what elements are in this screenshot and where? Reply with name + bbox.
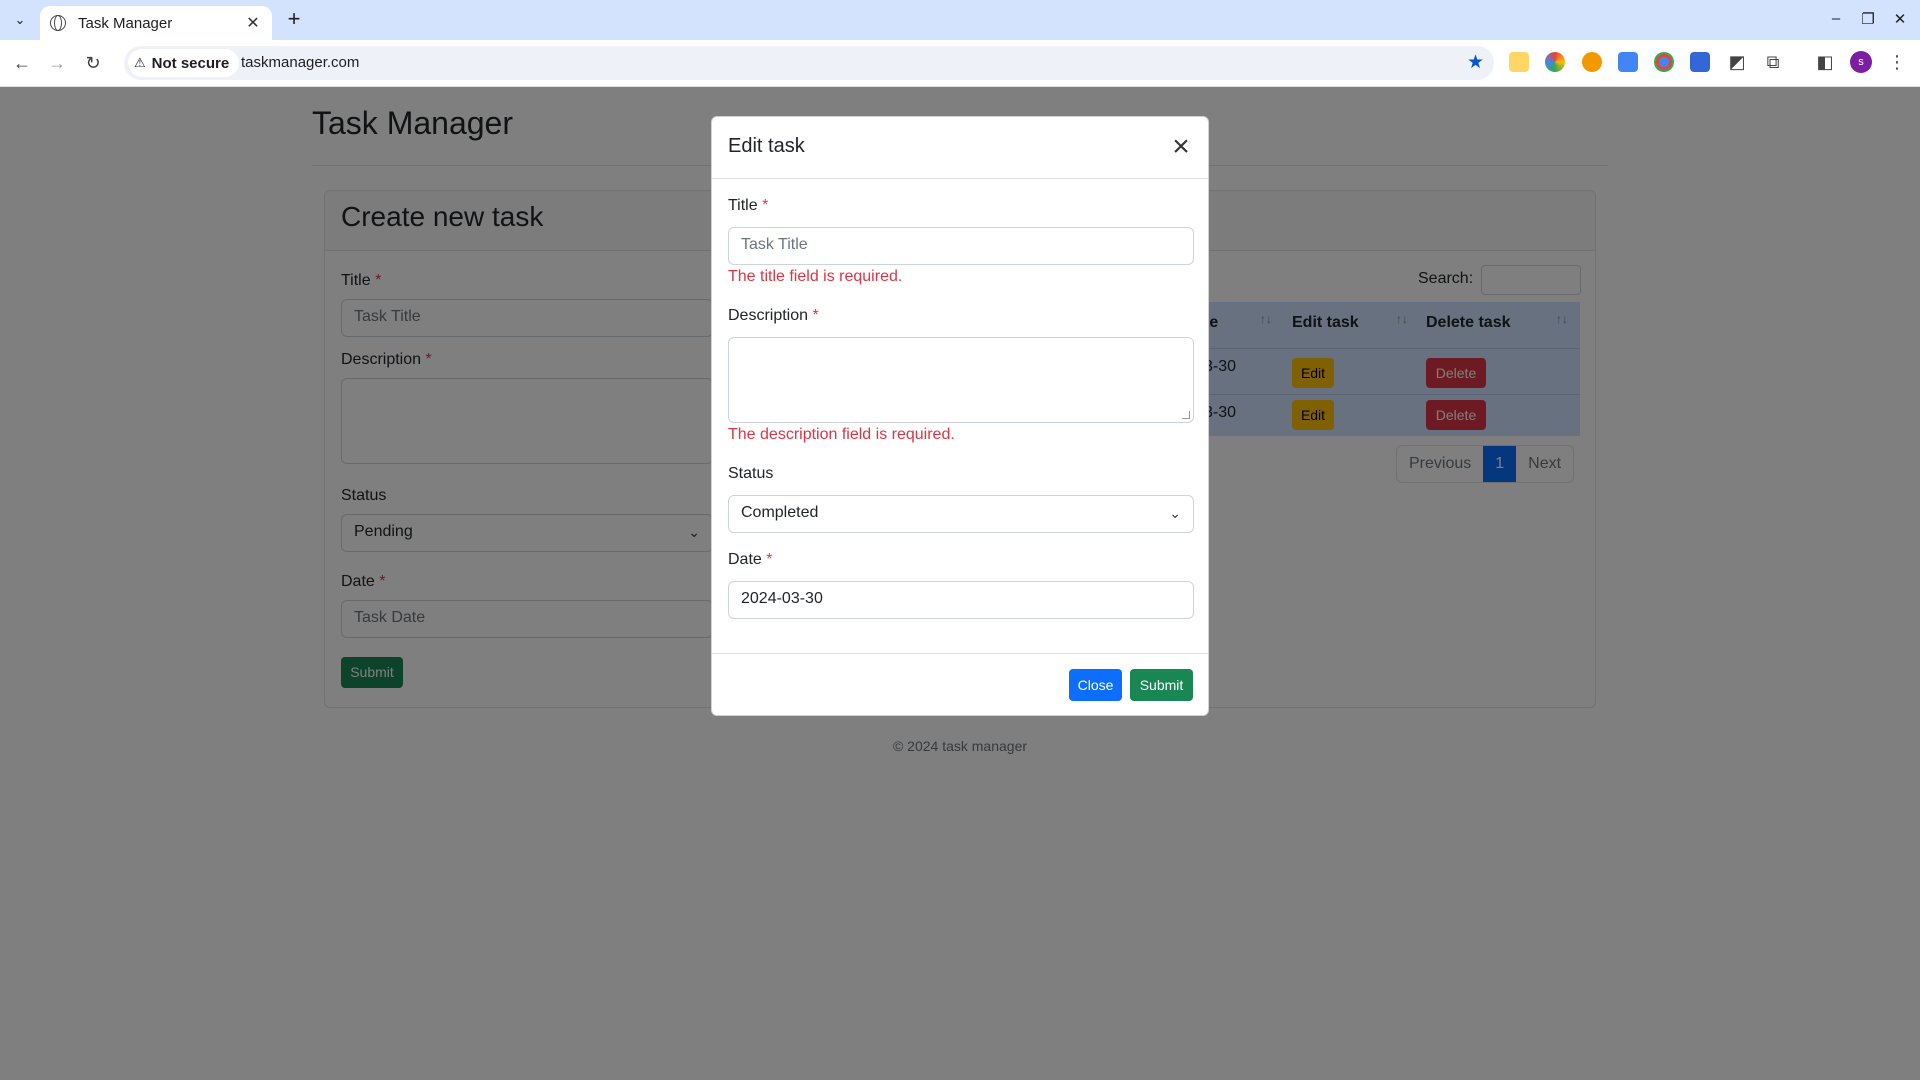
forward-arrow-icon[interactable]: → [44,50,70,76]
menu-kebab-icon[interactable]: ⋮ [1886,50,1908,74]
new-tab-button[interactable]: + [282,8,306,32]
profile-avatar[interactable]: s [1850,51,1872,73]
title-error-message: The title field is required. [728,268,903,285]
security-label: Not secure [151,54,230,72]
reload-icon[interactable]: ↻ [80,50,106,76]
edit-status-label: Status [728,465,774,482]
address-bar[interactable]: ⚠ Not secure taskmanager.com ★ [124,46,1494,80]
tab-title: Task Manager [78,14,173,32]
modal-title: Edit task [728,135,805,157]
back-arrow-icon[interactable]: ← [9,50,35,76]
edit-title-input[interactable]: Task Title [728,227,1194,265]
side-panel-icon[interactable]: ◧ [1814,50,1836,74]
edit-task-modal: Edit task × Title * Task Title The title… [711,116,1209,716]
extensions-puzzle-icon[interactable]: ⧉ [1762,50,1784,74]
maximize-icon[interactable]: ❐ [1858,10,1878,28]
close-button[interactable]: Close [1069,669,1122,701]
description-error-message: The description field is required. [728,426,955,443]
resize-handle-icon[interactable] [1182,411,1190,419]
chevron-down-icon: ⌄ [1169,505,1181,521]
edit-title-label: Title * [728,197,769,214]
extension-icon[interactable] [1509,52,1529,72]
edit-description-label: Description * [728,307,819,324]
edit-submit-button[interactable]: Submit [1130,669,1193,701]
minimize-icon[interactable]: – [1826,10,1846,27]
extension-sun-icon[interactable] [1582,52,1602,72]
edit-status-select[interactable]: Completed ⌄ [728,495,1194,533]
security-chip[interactable]: ⚠ Not secure [128,49,240,77]
extension-screen-icon[interactable] [1690,52,1710,72]
extension-color-icon[interactable] [1545,52,1565,72]
browser-toolbar: ← → ↻ ⚠ Not secure taskmanager.com ★ ◩ ⧉… [0,40,1920,87]
extension-f-icon[interactable] [1618,52,1638,72]
window-close-icon[interactable]: ✕ [1890,10,1910,28]
warning-icon: ⚠ [134,55,146,70]
url-text: taskmanager.com [241,54,360,71]
globe-icon [50,15,66,31]
browser-tab-bar: ⌄ Task Manager ✕ + – ❐ ✕ [0,0,1920,40]
modal-footer: Close Submit [712,653,1208,717]
edit-date-input[interactable]: 2024-03-30 [728,581,1194,619]
extension-tag-icon[interactable]: ◩ [1726,50,1748,74]
tab-search-icon[interactable]: ⌄ [8,8,32,32]
extension-chrome-icon[interactable] [1654,52,1674,72]
tab-close-icon[interactable]: ✕ [244,13,262,33]
browser-tab[interactable]: Task Manager ✕ [40,6,272,40]
close-icon[interactable]: × [1166,129,1196,165]
edit-description-textarea[interactable] [728,337,1194,423]
edit-date-label: Date * [728,551,773,568]
bookmark-star-icon[interactable]: ★ [1467,51,1484,74]
modal-header: Edit task × [712,117,1208,179]
